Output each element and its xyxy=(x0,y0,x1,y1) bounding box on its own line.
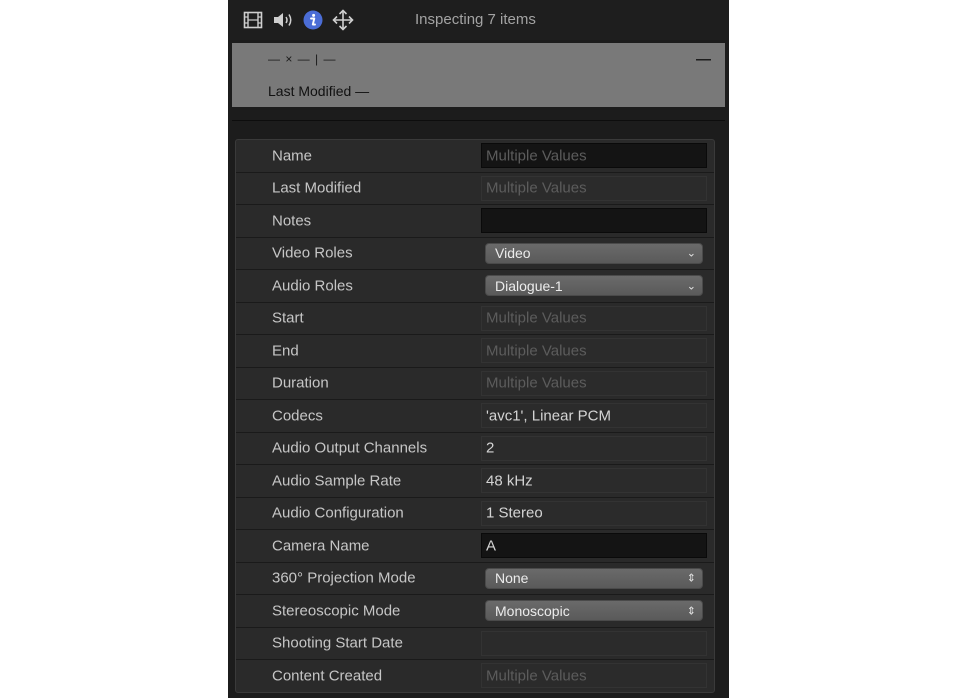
property-label: Content Created xyxy=(272,667,383,685)
property-row-audio-sample-rate: Audio Sample Rate 48 kHz xyxy=(236,465,714,498)
codecs-value: 'avc1', Linear PCM xyxy=(486,407,611,424)
shooting-start-date-value-box xyxy=(481,630,707,656)
transform-icon[interactable] xyxy=(332,9,354,31)
audio-roles-popup[interactable]: Dialogue-1 ⌄ xyxy=(485,275,703,296)
audio-icon[interactable] xyxy=(272,9,294,31)
property-row-notes: Notes xyxy=(236,205,714,238)
property-row-audio-roles: Audio Roles Dialogue-1 ⌄ xyxy=(236,270,714,303)
video-roles-popup[interactable]: Video ⌄ xyxy=(485,242,703,264)
property-label: Video Roles xyxy=(272,244,353,262)
end-value-box: Multiple Values xyxy=(481,338,707,363)
inspector-header: — × — | — — Last Modified — xyxy=(232,43,725,107)
start-value: Multiple Values xyxy=(486,309,587,327)
property-row-shooting-start-date: Shooting Start Date xyxy=(236,628,714,660)
audio-sample-rate-value-box: 48 kHz xyxy=(481,468,707,493)
audio-configuration-value: 1 Stereo xyxy=(486,504,543,522)
property-row-projection-mode: 360° Projection Mode None ⇕ xyxy=(236,563,714,595)
stereoscopic-mode-popup[interactable]: Monoscopic ⇕ xyxy=(485,600,703,621)
property-label: 360° Projection Mode xyxy=(272,569,416,587)
property-row-codecs: Codecs 'avc1', Linear PCM xyxy=(236,400,714,433)
property-label: Audio Roles xyxy=(272,277,353,295)
camera-name-field[interactable]: A xyxy=(481,533,707,558)
audio-output-channels-value-box: 2 xyxy=(481,435,707,461)
property-label: Notes xyxy=(272,212,312,230)
property-label: End xyxy=(272,342,299,360)
film-icon[interactable] xyxy=(242,9,264,31)
info-icon[interactable] xyxy=(302,9,324,31)
audio-roles-value: Dialogue-1 xyxy=(495,277,563,294)
property-row-audio-configuration: Audio Configuration 1 Stereo xyxy=(236,498,714,530)
property-label: Shooting Start Date xyxy=(272,634,403,652)
chevron-down-icon: ⌄ xyxy=(686,279,696,292)
collapse-button[interactable]: — xyxy=(696,51,711,68)
duration-value-box: Multiple Values xyxy=(481,370,707,396)
inspector-panel: Inspecting 7 items — × — | — — Last Modi… xyxy=(228,0,729,698)
audio-configuration-value-box: 1 Stereo xyxy=(481,500,707,526)
end-value: Multiple Values xyxy=(486,342,587,359)
last-modified-value: Multiple Values xyxy=(486,179,587,197)
last-modified-value-box: Multiple Values xyxy=(481,175,707,201)
property-label: Duration xyxy=(272,374,329,392)
property-label: Last Modified xyxy=(272,179,362,197)
property-row-start: Start Multiple Values xyxy=(236,303,714,335)
property-label: Camera Name xyxy=(272,537,370,555)
start-value-box: Multiple Values xyxy=(481,305,707,331)
inspector-toolbar: Inspecting 7 items xyxy=(228,0,729,40)
video-roles-value: Video xyxy=(495,245,531,261)
camera-name-value: A xyxy=(486,537,497,554)
property-label: Stereoscopic Mode xyxy=(272,602,401,620)
chevron-down-icon: ⌄ xyxy=(686,246,696,260)
property-label: Audio Output Channels xyxy=(272,439,428,457)
content-created-value-box: Multiple Values xyxy=(481,663,707,688)
inspector-title: Inspecting 7 items xyxy=(415,11,536,28)
projection-mode-popup[interactable]: None ⇕ xyxy=(485,567,703,589)
duration-value: Multiple Values xyxy=(486,374,587,392)
property-label: Codecs xyxy=(272,407,323,425)
codecs-value-box: 'avc1', Linear PCM xyxy=(481,403,707,428)
property-row-duration: Duration Multiple Values xyxy=(236,368,714,400)
notes-field[interactable] xyxy=(481,208,707,233)
content-created-value: Multiple Values xyxy=(486,667,587,684)
audio-sample-rate-value: 48 kHz xyxy=(486,472,533,489)
property-row-video-roles: Video Roles Video ⌄ xyxy=(236,238,714,270)
chevron-up-down-icon: ⇕ xyxy=(686,604,696,617)
property-label: Audio Sample Rate xyxy=(272,472,402,490)
header-clip-info: — × — | — xyxy=(268,52,337,66)
property-row-stereoscopic-mode: Stereoscopic Mode Monoscopic ⇕ xyxy=(236,595,714,628)
property-row-camera-name: Camera Name A xyxy=(236,530,714,563)
property-label: Start xyxy=(272,309,304,327)
name-field[interactable]: Multiple Values xyxy=(481,143,707,168)
property-label: Name xyxy=(272,147,313,165)
name-value: Multiple Values xyxy=(486,147,587,164)
property-row-audio-output-channels: Audio Output Channels 2 xyxy=(236,433,714,465)
property-row-content-created: Content Created Multiple Values xyxy=(236,660,714,692)
property-label: Audio Configuration xyxy=(272,504,404,522)
stereoscopic-mode-value: Monoscopic xyxy=(495,602,570,619)
property-row-last-modified: Last Modified Multiple Values xyxy=(236,173,714,205)
chevron-up-down-icon: ⇕ xyxy=(686,571,696,585)
audio-output-channels-value: 2 xyxy=(486,439,495,457)
header-last-modified: Last Modified — xyxy=(268,83,370,99)
projection-mode-value: None xyxy=(495,570,529,586)
properties-list: Name Multiple Values Last Modified Multi… xyxy=(235,139,715,693)
divider xyxy=(232,120,725,121)
property-row-end: End Multiple Values xyxy=(236,335,714,368)
property-row-name: Name Multiple Values xyxy=(236,140,714,173)
